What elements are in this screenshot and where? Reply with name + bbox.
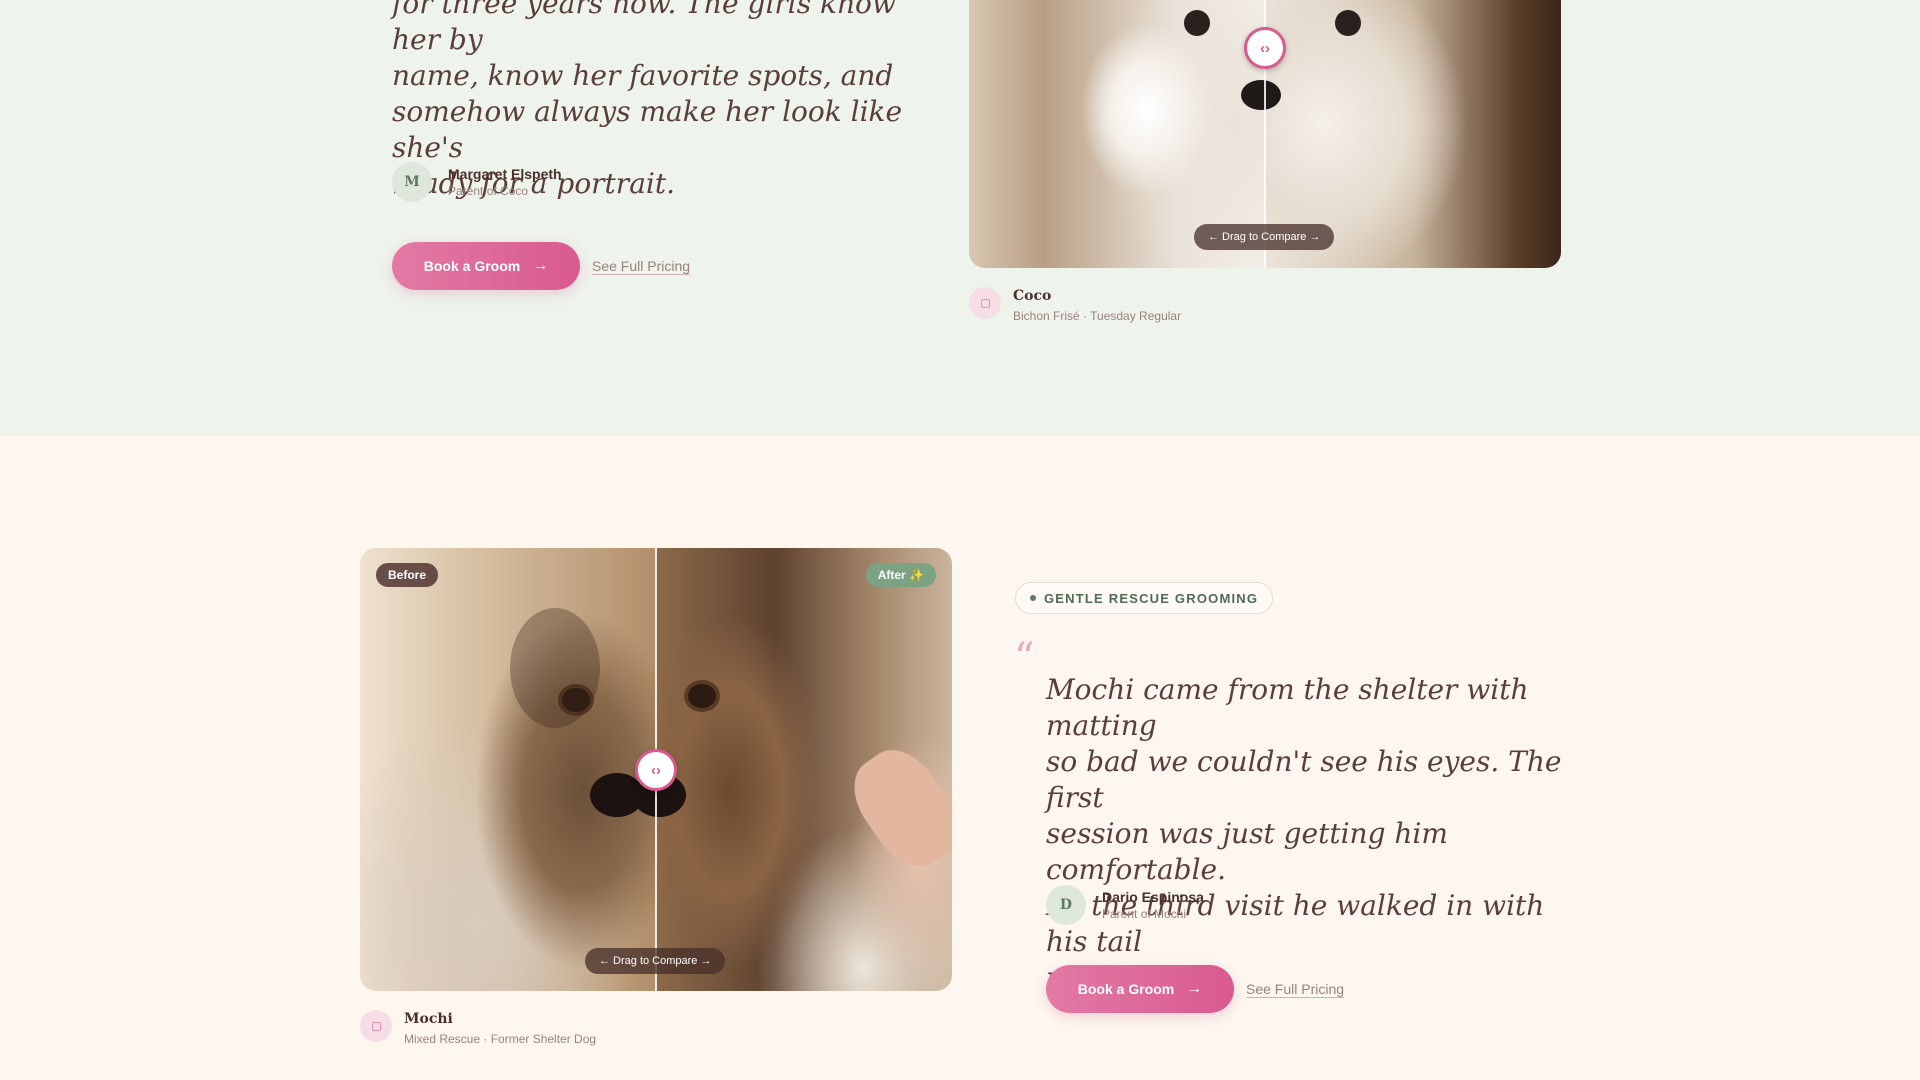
quote-line: Mochi came from the shelter with matting [1046,673,1529,742]
author-dario: D Dario Espinosa Parent of Mochi [1046,885,1204,925]
author-name: Dario Espinosa [1102,889,1204,905]
pet-name: Coco [1013,288,1052,304]
author-role: Parent of Coco [448,184,529,198]
see-full-pricing-link[interactable]: See Full Pricing [1246,981,1344,997]
quote-line: somehow always make her look like she's [392,95,903,164]
testimonial-quote-mochi: Mochi came from the shelter with matting… [1046,672,1566,996]
paw-icon [360,1010,392,1042]
service-tag-label: GENTLE RESCUE GROOMING [1044,590,1259,606]
pet-description: Mixed Rescue · Former Shelter Dog [404,1032,597,1046]
service-tag: GENTLE RESCUE GROOMING [1015,582,1274,614]
book-groom-button[interactable]: Book a Groom → [1046,965,1234,1013]
drag-to-compare-label: ← Drag to Compare → [1194,224,1335,250]
author-margaret: M Margaret Elspeth Parent of Coco [392,162,562,202]
paw-icon [969,287,1001,319]
avatar: D [1046,885,1086,925]
book-groom-label: Book a Groom [423,258,521,274]
book-groom-button[interactable]: Book a Groom → [392,242,580,290]
pet-info-coco: Coco Bichon Frisé · Tuesday Regular [969,287,1181,325]
before-after-compare-mochi[interactable]: ‹› ← Drag to Compare → Before After ✨ [360,548,952,991]
quote-line: for three years now. The girls know her … [392,0,896,56]
after-image-mochi [632,548,952,991]
before-after-compare-coco[interactable]: ‹› ← Drag to Compare → [969,0,1561,268]
cta-row-bottom: Book a Groom → See Full Pricing [1046,965,1344,1013]
testimonial-section-mochi [0,436,1920,1080]
avatar: M [392,162,432,202]
drag-to-compare-label: ← Drag to Compare → [585,948,726,974]
quote-mark-icon: “ [1014,635,1035,681]
author-name: Margaret Elspeth [448,166,562,182]
quote-line: name, know her favorite spots, and [392,59,894,92]
before-image-mochi [360,548,656,991]
cta-row-top: Book a Groom → See Full Pricing [392,242,690,290]
before-badge: Before [376,563,439,587]
arrow-right-icon: → [1186,980,1203,997]
arrow-right-icon: → [532,257,549,274]
book-groom-label: Book a Groom [1077,981,1175,997]
quote-line: session was just getting him comfortable… [1046,817,1448,886]
testimonial-section-coco [0,0,1920,436]
quote-line: so bad we couldn't see his eyes. The fir… [1046,745,1562,814]
author-role: Parent of Mochi [1102,907,1187,921]
after-badge: After ✨ [865,563,936,587]
see-full-pricing-link[interactable]: See Full Pricing [592,258,690,274]
pet-info-mochi: Mochi Mixed Rescue · Former Shelter Dog [360,1010,596,1048]
pet-name: Mochi [404,1011,453,1027]
pet-description: Bichon Frisé · Tuesday Regular [1013,309,1182,323]
compare-handle-icon[interactable]: ‹› [1244,27,1286,69]
compare-handle-icon[interactable]: ‹› [635,749,677,791]
tag-dot-icon [1030,595,1036,601]
